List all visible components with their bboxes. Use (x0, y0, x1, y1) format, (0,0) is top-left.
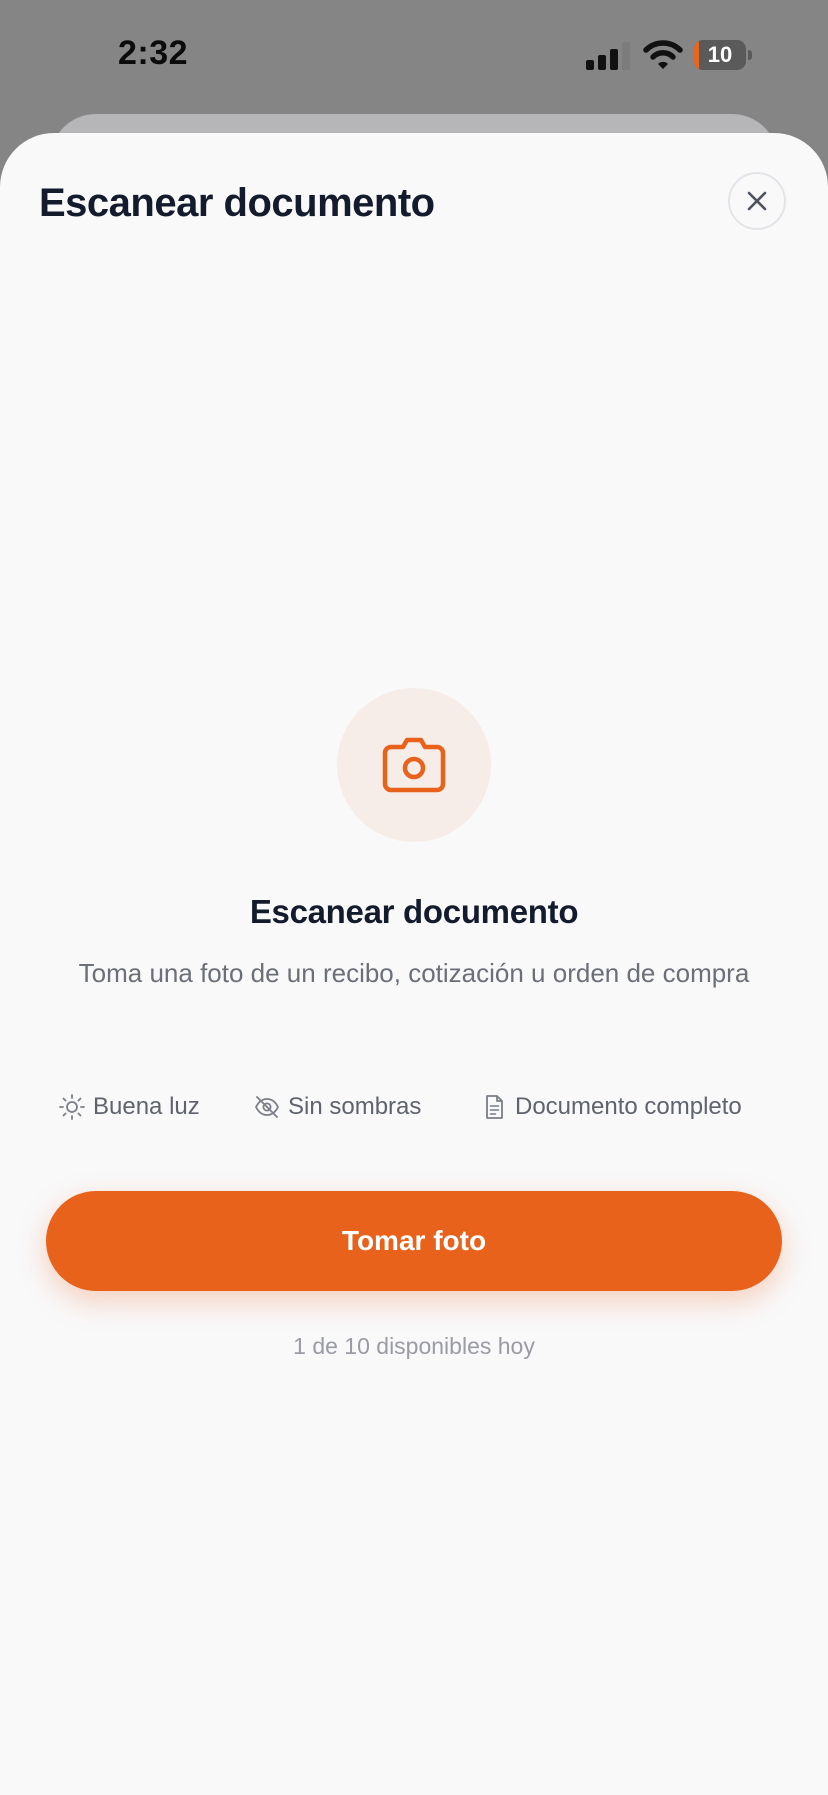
status-time: 2:32 (118, 34, 189, 72)
document-icon (486, 1095, 503, 1119)
take-photo-button[interactable]: Tomar foto (46, 1191, 782, 1291)
tip-label: Buena luz (93, 1093, 200, 1120)
tip-label: Sin sombras (288, 1093, 422, 1120)
eye-off-icon (255, 1096, 279, 1118)
cellular-signal-icon (586, 42, 630, 70)
camera-badge (337, 688, 491, 842)
tip-good-light: Buena luz (58, 1089, 200, 1125)
tip-full-document: Documento completo (480, 1089, 742, 1125)
battery-level: 10 (707, 42, 733, 67)
scan-title: Escanear documento (249, 893, 579, 930)
close-icon (747, 191, 767, 211)
close-button[interactable] (728, 172, 786, 230)
sun-icon (59, 1094, 85, 1120)
scan-document-sheet: Escanear documento Escanear documento To… (0, 133, 828, 1795)
status-bar: 2:32 10 (0, 0, 828, 110)
daily-usage-counter: 1 de 10 disponibles hoy (293, 1333, 535, 1359)
scan-description: Toma una foto de un recibo, cotización u… (78, 958, 750, 988)
sheet-title: Escanear documento (39, 181, 435, 225)
camera-icon (382, 737, 446, 793)
tip-no-shadows: Sin sombras (253, 1089, 421, 1125)
scan-tips: Buena luz Sin sombras Documento completo (0, 1089, 828, 1125)
battery-indicator: 10 (694, 40, 752, 70)
tip-label: Documento completo (515, 1093, 742, 1120)
battery-cap (748, 50, 752, 60)
battery-body: 10 (694, 40, 746, 70)
wifi-icon (643, 40, 683, 69)
